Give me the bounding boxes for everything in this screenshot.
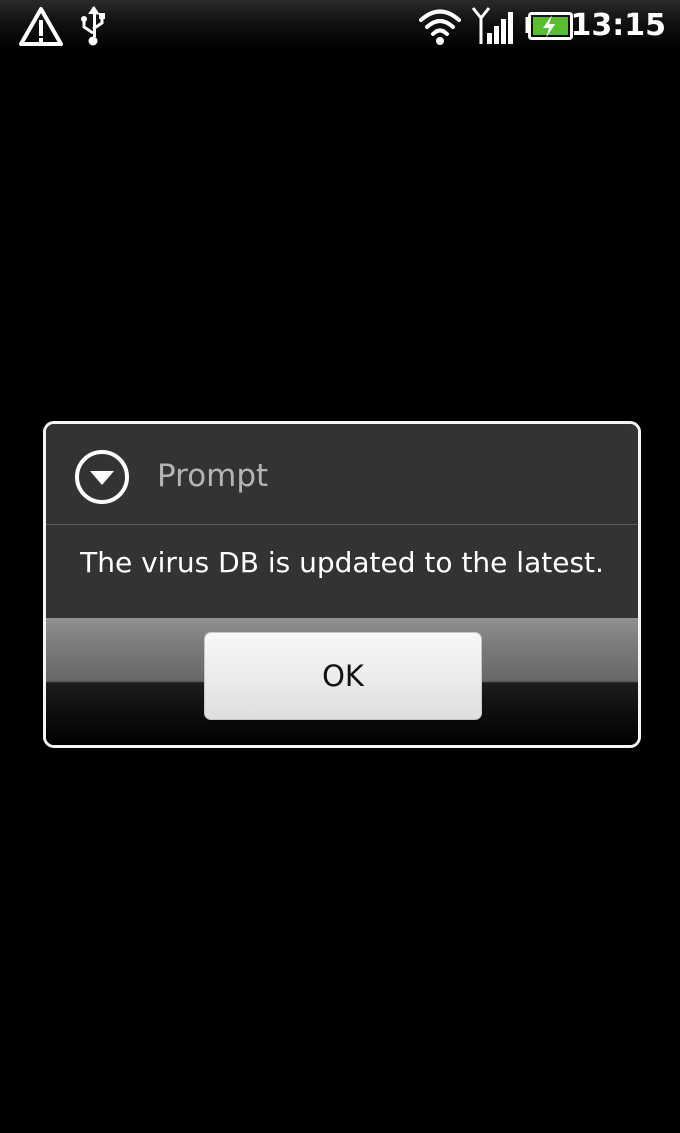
dialog-title: Prompt <box>157 458 269 494</box>
ok-button[interactable]: OK <box>204 632 482 720</box>
dialog-body: The virus DB is updated to the latest. <box>46 525 638 618</box>
dialog-header: Prompt <box>46 424 638 525</box>
status-time: 13:15 <box>570 8 667 43</box>
wifi-icon <box>419 9 461 45</box>
prompt-dialog: Prompt The virus DB is updated to the la… <box>43 421 641 748</box>
dialog-button-bar: OK <box>46 618 638 745</box>
signal-icon <box>471 7 513 44</box>
chevron-down-circle-icon <box>75 450 129 504</box>
dialog-message: The virus DB is updated to the latest. <box>80 546 604 579</box>
usb-icon <box>81 6 105 46</box>
alert-triangle-icon <box>19 7 63 46</box>
status-bar: 13:15 <box>0 0 680 50</box>
battery-charging-icon <box>525 12 573 40</box>
